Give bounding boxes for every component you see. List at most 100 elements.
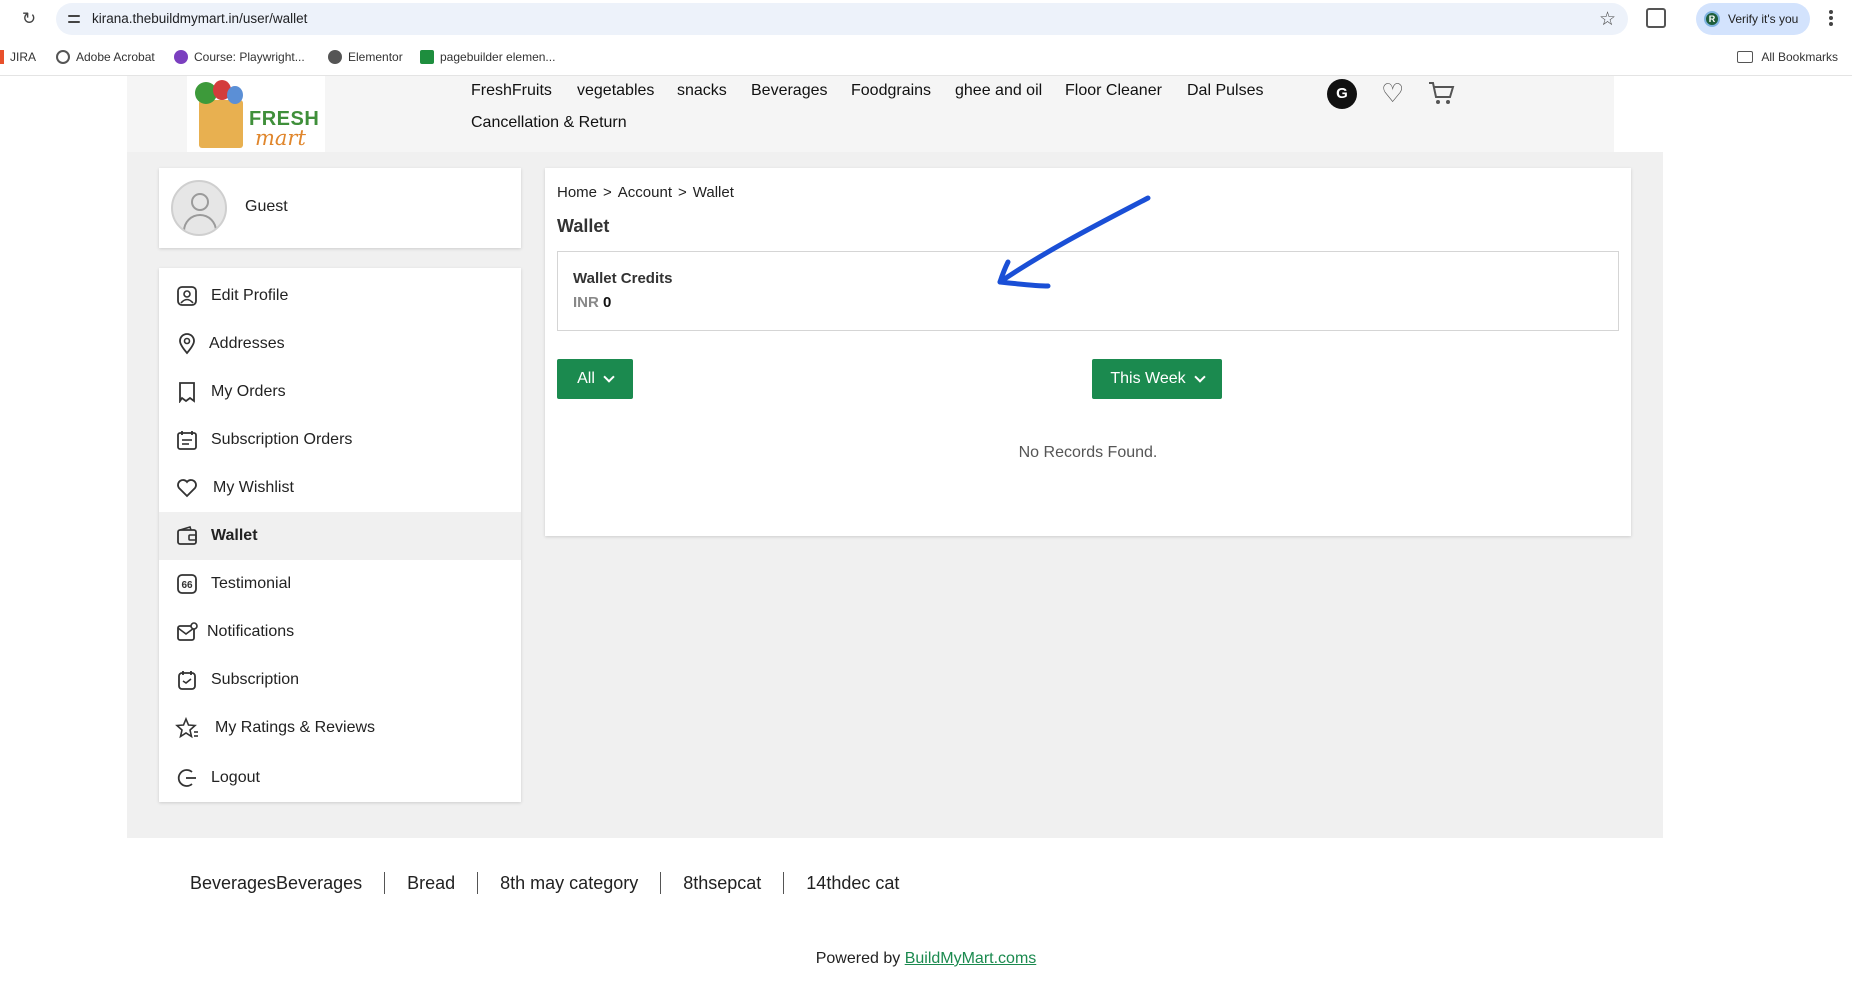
nav-ghee-and-oil[interactable]: ghee and oil [955,82,1042,100]
browser-toolbar: ↻ kirana.thebuildmymart.in/user/wallet ☆… [0,0,1852,38]
sheets-icon [420,50,434,64]
chevron-down-icon [1193,371,1206,383]
user-avatar[interactable]: G [1327,79,1357,109]
footer-divider [783,872,785,894]
logout-icon [175,766,199,790]
footer-category-link[interactable]: Bread [407,873,455,894]
sidebar-item-label: Edit Profile [211,287,289,304]
sidebar-item-label: My Wishlist [213,479,294,496]
nav-foodgrains[interactable]: Foodgrains [851,82,931,100]
nav-beverages[interactable]: Beverages [751,82,828,100]
nav-cancellation-return[interactable]: Cancellation & Return [471,114,627,132]
filter-type-dropdown[interactable]: All [557,359,633,399]
svg-text:66: 66 [182,580,194,591]
course-icon [174,50,188,64]
sidebar-item-subscription[interactable]: Subscription [159,656,521,704]
address-bar[interactable]: kirana.thebuildmymart.in/user/wallet ☆ [56,3,1628,35]
powered-by-link[interactable]: BuildMyMart.coms [905,950,1037,967]
footer-divider [660,872,662,894]
jira-icon [0,50,4,64]
location-pin-icon [175,332,199,356]
sidebar-item-wallet[interactable]: Wallet [159,512,521,560]
heart-icon [175,476,199,500]
bookmark-pagebuilder[interactable]: pagebuilder elemen... [420,50,555,64]
logo-bottle-icon [227,86,243,104]
filter-type-label: All [577,370,595,387]
elementor-icon [328,50,342,64]
credits-amount: 0 [603,294,612,311]
sidebar-item-testimonial[interactable]: 66 Testimonial [159,560,521,608]
all-bookmarks-label: All Bookmarks [1761,50,1838,64]
logo-bag-icon [199,100,243,148]
extensions-icon[interactable] [1646,8,1666,28]
reload-icon[interactable]: ↻ [18,8,40,30]
footer-categories: BeveragesBeverages Bread 8th may categor… [190,872,899,894]
subscription-icon [175,668,199,692]
breadcrumb-separator: > [677,184,687,201]
cart-icon[interactable] [1427,80,1455,106]
sidebar-item-ratings-reviews[interactable]: My Ratings & Reviews [159,704,521,752]
footer-category-link[interactable]: 14thdec cat [806,873,899,894]
calendar-list-icon [175,428,199,452]
sidebar-item-my-wishlist[interactable]: My Wishlist [159,464,521,512]
sidebar-item-edit-profile[interactable]: Edit Profile [159,272,521,320]
sidebar-item-label: Addresses [209,335,285,352]
site-info-icon[interactable] [66,11,82,27]
breadcrumb-wallet: Wallet [692,184,734,201]
chevron-down-icon [603,371,615,383]
breadcrumb-account[interactable]: Account [618,184,672,201]
profile-avatar: R [1704,11,1720,27]
sidebar-item-label: Notifications [207,623,295,640]
mail-notification-icon [175,620,199,644]
sidebar-item-label: Logout [211,769,260,786]
wishlist-heart-icon[interactable]: ♡ [1381,78,1404,108]
breadcrumb: Home > Account > Wallet [557,184,734,201]
wallet-icon [175,524,199,548]
bookmark-jira[interactable]: JIRA [0,50,36,64]
breadcrumb-home[interactable]: Home [557,184,597,201]
nav-freshfruits[interactable]: FreshFruits [471,82,552,100]
bookmark-elementor[interactable]: Elementor [328,50,403,64]
sidebar-item-label: My Orders [211,383,286,400]
sidebar-item-subscription-orders[interactable]: Subscription Orders [159,416,521,464]
guest-name: Guest [245,198,288,215]
profile-card: Guest [159,168,521,248]
bookmark-label: Course: Playwright... [194,50,305,64]
url-text[interactable]: kirana.thebuildmymart.in/user/wallet [92,11,307,26]
footer-category-link[interactable]: 8th may category [500,873,638,894]
guest-avatar-icon [171,180,227,236]
sidebar-item-my-orders[interactable]: My Orders [159,368,521,416]
filter-period-dropdown[interactable]: This Week [1092,359,1222,399]
bookmark-star-icon[interactable]: ☆ [1599,8,1616,31]
wallet-credits-label: Wallet Credits [573,270,673,287]
bookmark-label: Adobe Acrobat [76,50,155,64]
sidebar-item-notifications[interactable]: Notifications [159,608,521,656]
footer-category-link[interactable]: BeveragesBeverages [190,873,362,894]
powered-by-prefix: Powered by [815,950,901,967]
sidebar-item-label: My Ratings & Reviews [215,719,376,736]
sidebar-item-logout[interactable]: Logout [159,754,521,802]
bookmark-label: JIRA [10,50,37,64]
annotation-arrow-icon [997,195,1151,289]
profile-chip[interactable]: R Verify it's you [1696,3,1810,35]
sidebar-item-addresses[interactable]: Addresses [159,320,521,368]
bookmark-course[interactable]: Course: Playwright... [174,50,305,64]
profile-chip-label: Verify it's you [1728,12,1799,26]
bookmark-acrobat[interactable]: Adobe Acrobat [56,50,155,64]
acrobat-icon [56,50,70,64]
site-logo[interactable]: FRESH mart [187,76,325,152]
powered-by: Powered by BuildMyMart.coms [0,950,1852,968]
nav-vegetables[interactable]: vegetables [577,82,654,100]
empty-state-message: No Records Found. [1018,444,1158,461]
footer-category-link[interactable]: 8thsepcat [683,873,761,894]
all-bookmarks[interactable]: All Bookmarks [1737,50,1838,64]
sidebar-item-label: Testimonial [211,575,292,592]
site-header: FRESH mart FreshFruits vegetables snacks… [127,76,1614,152]
receipt-icon [175,380,199,404]
nav-floor-cleaner[interactable]: Floor Cleaner [1065,82,1162,100]
nav-dal-pulses[interactable]: Dal Pulses [1187,82,1263,100]
bookmark-label: pagebuilder elemen... [440,50,556,64]
footer-divider [477,872,479,894]
nav-snacks[interactable]: snacks [677,82,727,100]
browser-menu-icon[interactable] [1828,8,1834,28]
